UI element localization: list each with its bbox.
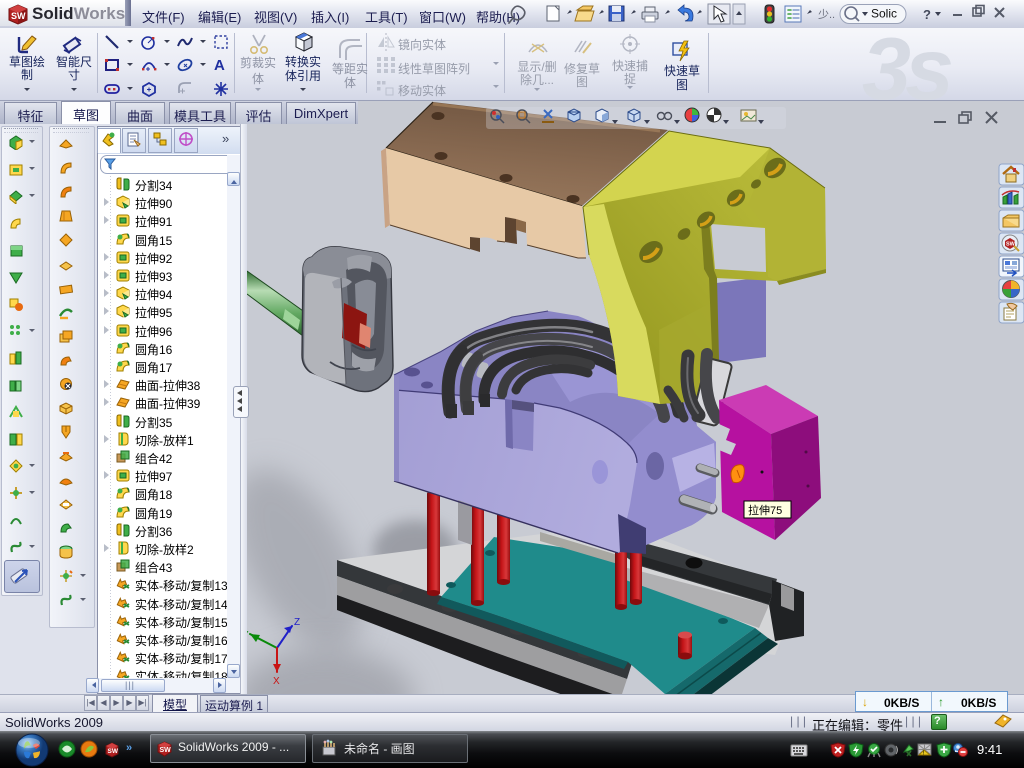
svg-text:SW: SW	[1006, 242, 1016, 248]
svg-text:SW: SW	[160, 747, 172, 754]
svg-text:SW: SW	[11, 11, 26, 21]
svg-text:少..: 少..	[818, 8, 835, 21]
svg-text:X: X	[273, 676, 280, 687]
svg-text:»: »	[126, 742, 132, 754]
svg-text:A: A	[214, 57, 225, 72]
svg-text:SW: SW	[108, 748, 119, 755]
svg-text:Z: Z	[294, 617, 300, 628]
svg-text:拉伸75: 拉伸75	[748, 503, 782, 517]
